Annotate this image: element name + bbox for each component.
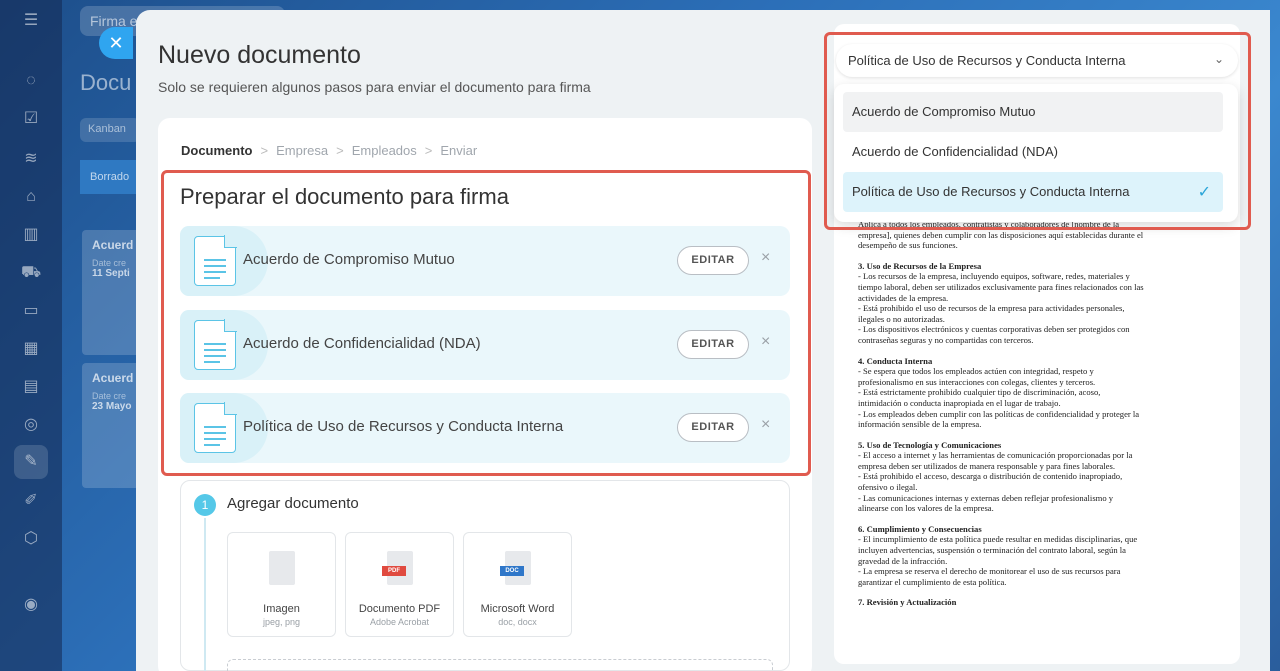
preview-heading: 6. Cumplimiento y Consecuencias [858, 523, 982, 534]
breadcrumb-step-empleados[interactable]: Empleados [352, 143, 417, 158]
background-page-title: Docu [80, 70, 132, 95]
card-title: Acuerd [92, 371, 134, 385]
add-document-title: Agregar documento [227, 495, 359, 512]
card-date-label: Date cre [92, 391, 127, 401]
preview-intro-line: desempeño de sus funciones. [858, 240, 958, 251]
highlight-frame [161, 170, 811, 476]
breadcrumb-step-empresa[interactable]: Empresa [276, 143, 328, 158]
modal-subtitle: Solo se requieren algunos pasos para env… [158, 79, 591, 95]
card-title: Acuerd [92, 238, 134, 252]
feed-icon[interactable]: ◌ [21, 72, 41, 90]
upload-image-option[interactable]: Imagen jpeg, png [227, 532, 336, 637]
preview-line: ofensivo o ilegal. [858, 482, 918, 493]
breadcrumb-separator: > [260, 143, 269, 158]
tasks-icon[interactable]: ☑ [21, 110, 41, 128]
robot-icon[interactable]: ⌂ [21, 188, 41, 206]
dropzone[interactable] [227, 659, 773, 671]
signature-icon[interactable]: ✎ [14, 445, 48, 479]
image-file-icon [269, 551, 295, 585]
pen-icon[interactable]: ✐ [21, 492, 41, 510]
settings-icon[interactable]: ◉ [21, 596, 41, 614]
preview-intro-line: empresa], quienes deben cumplir con las … [858, 229, 1144, 240]
step-number: 1 [194, 494, 216, 516]
doc-badge: DOC [500, 566, 524, 576]
cube-icon[interactable]: ⬡ [21, 530, 41, 548]
preview-line: gravedad de la infracción. [858, 555, 948, 566]
option-ext: jpeg, png [262, 617, 301, 627]
preview-line: incluyen advertencias, suspensión o term… [858, 545, 1126, 556]
preview-line: - Los recursos de la empresa, incluyendo… [858, 271, 1130, 282]
preview-line: ilegales o no autorizadas. [858, 313, 945, 324]
breadcrumb-step-documento[interactable]: Documento [181, 143, 253, 158]
calendar-icon[interactable]: ▦ [21, 340, 41, 358]
preview-line: - Está prohibido el acceso, descarga o d… [858, 471, 1123, 482]
option-name: Microsoft Word [480, 603, 555, 615]
option-name: Documento PDF [358, 603, 441, 615]
option-name: Imagen [263, 603, 300, 615]
option-ext: Adobe Acrobat [369, 617, 430, 627]
document-preview-text: Aplica a todos los empleados, contratist… [858, 219, 1183, 608]
left-sidebar: ☰ ◌ ☑ ≋ ⌂ ▥ ⛟ ▭ ▦ ▤ ◎ ✎ ✐ ⬡ ◉ [0, 0, 62, 671]
card-date-value: 23 Mayo [92, 401, 132, 412]
target-icon[interactable]: ◎ [21, 416, 41, 434]
cart-icon[interactable]: ⛟ [21, 264, 41, 282]
preview-line: - La empresa se reserva el derecho de mo… [858, 566, 1121, 577]
preview-line: profesionalismo en sus interacciones con… [858, 376, 1096, 387]
preview-line: empresa deben ser utilizados de manera r… [858, 460, 1115, 471]
store-icon[interactable]: ▤ [21, 378, 41, 396]
preview-heading: 5. Uso de Tecnología y Comunicaciones [858, 439, 1002, 450]
preview-line: - El incumplimiento de esta política pue… [858, 534, 1138, 545]
breadcrumb-separator: > [336, 143, 344, 158]
card-date-label: Date cre [92, 258, 127, 268]
background-kanban-tab[interactable]: Kanban [80, 118, 140, 142]
background-column-header: Borrado [80, 160, 140, 194]
preview-line: alinearse con los valores de la empresa. [858, 503, 994, 514]
contact-card-icon[interactable]: ▭ [21, 302, 41, 320]
preview-line: - Los empleados deben cumplir con las po… [858, 408, 1140, 419]
background-card[interactable]: Acuerd Date cre 23 Mayo [82, 363, 142, 488]
preview-line: información sensible de la empresa. [858, 419, 982, 430]
menu-icon[interactable]: ☰ [21, 12, 41, 30]
close-icon: ✕ [108, 33, 124, 53]
filter-icon[interactable]: ≋ [21, 150, 41, 168]
preview-line: contraseñas seguras y no compartidas con… [858, 334, 1034, 345]
preview-line: intimidación o conducta inapropiada en e… [858, 397, 1061, 408]
breadcrumb: Documento > Empresa > Empleados > Enviar [181, 143, 477, 158]
card-date-value: 11 Septi [92, 268, 130, 279]
preview-line: - Los dispositivos electrónicos y cuenta… [858, 324, 1130, 335]
breadcrumb-step-enviar[interactable]: Enviar [440, 143, 477, 158]
preview-line: - Está prohibido el uso de recursos de l… [858, 303, 1125, 314]
pdf-badge: PDF [382, 566, 406, 576]
preview-line: - Está estrictamente prohibido cualquier… [858, 387, 1101, 398]
preview-line: - Se espera que todos los empleados actú… [858, 366, 1094, 377]
highlight-frame [824, 32, 1251, 230]
close-modal-button[interactable]: ✕ [99, 27, 133, 59]
preview-line: actividades de la empresa. [858, 292, 949, 303]
preview-line: - El acceso a internet y las herramienta… [858, 450, 1133, 461]
analytics-icon[interactable]: ▥ [21, 226, 41, 244]
preview-line: - Las comunicaciones internas y externas… [858, 492, 1114, 503]
preview-heading: 4. Conducta Interna [858, 355, 933, 366]
upload-word-option[interactable]: DOC Microsoft Word doc, docx [463, 532, 572, 637]
background-card[interactable]: Acuerd Date cre 11 Septi [82, 230, 142, 355]
preview-heading: 3. Uso de Recursos de la Empresa [858, 260, 982, 271]
option-ext: doc, docx [498, 617, 537, 627]
add-document-section: 1 Agregar documento Imagen jpeg, png PDF… [180, 480, 790, 671]
breadcrumb-separator: > [424, 143, 433, 158]
step-connector [204, 518, 206, 671]
preview-heading: 7. Revisión y Actualización [858, 597, 957, 608]
upload-pdf-option[interactable]: PDF Documento PDF Adobe Acrobat [345, 532, 454, 637]
preview-line: garantizar el cumplimiento de esta polít… [858, 576, 1007, 587]
modal-title: Nuevo documento [158, 41, 361, 69]
preview-line: tiempo laboral, deben ser utilizados exc… [858, 281, 1144, 292]
